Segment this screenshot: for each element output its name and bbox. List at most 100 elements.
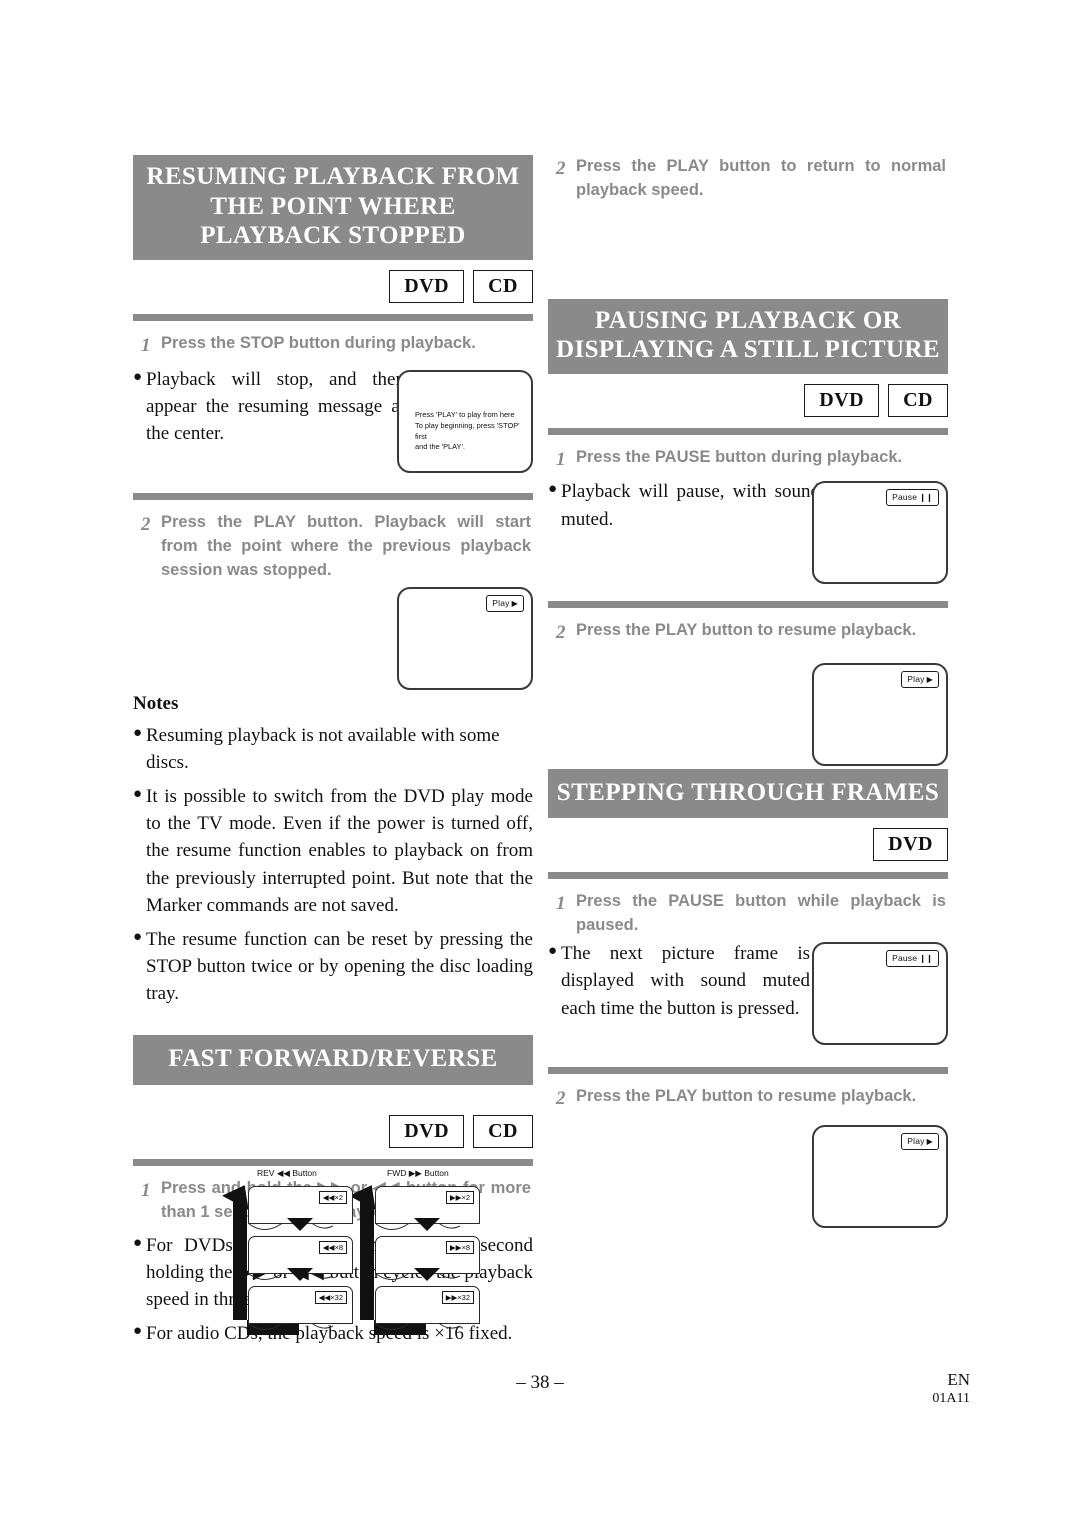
tv-badge-label: Pause [892, 492, 918, 503]
note-item: ● Resuming playback is not available wit… [133, 722, 533, 776]
tv-badge-pause: Pause ❙❙ [886, 950, 939, 968]
note-text: Resuming playback is not available with … [146, 724, 500, 773]
note-text: It is possible to switch from the DVD pl… [146, 786, 533, 916]
badge-dvd: DVD [389, 269, 465, 303]
rev-label-prefix: REV [257, 1168, 275, 1178]
tv-badge-label: Play [907, 673, 925, 684]
tv-badge-play: Play ▶ [901, 670, 939, 688]
down-arrow-icon [414, 1268, 440, 1281]
fwd-label-suffix: Button [424, 1168, 449, 1178]
step-number: 1 [556, 448, 566, 470]
resuming-step1-body: ● Playback will stop, and then appear th… [133, 366, 533, 482]
step-number: 1 [141, 334, 151, 356]
tv-screen-pause: Pause ❙❙ [812, 481, 948, 585]
divider [548, 1067, 948, 1075]
rev-speed-badge-x32: ◀◀×32 [314, 1291, 347, 1304]
tv-screen-pause: Pause ❙❙ [812, 942, 948, 1046]
step-stepping-1: 1 Press the PAUSE button while playback … [548, 890, 948, 938]
rev-label-suffix: Button [292, 1168, 317, 1178]
stepping-step2-body: Play ▶ [548, 1113, 948, 1233]
bullet-dot: ● [133, 1234, 143, 1251]
section-title-pausing-playback: PAUSING PLAYBACK OR DISPLAYING A STILL P… [548, 298, 948, 374]
rev-speed-badge-x2: ◀◀×2 [318, 1191, 347, 1204]
bullet-dot: ● [548, 481, 558, 498]
badge-cd: CD [473, 1114, 533, 1148]
step-text: Press the PAUSE button during playback. [576, 447, 903, 466]
down-arrow-icon [287, 1268, 313, 1281]
section-title-line-2: THE POINT WHERE [210, 192, 456, 220]
footer-meta: EN 01A11 [932, 1370, 970, 1407]
fwd-speed-badge-x8: ▶▶×8 [445, 1241, 474, 1254]
tv-badge-play: Play ▶ [486, 594, 524, 612]
section-title-stepping-through-frames: STEPPING THROUGH FRAMES [548, 768, 948, 819]
section-title-line-1: STEPPING THROUGH FRAMES [556, 778, 940, 806]
fwd-speed-badge-x2: ▶▶×2 [445, 1191, 474, 1204]
step-text: Press the STOP button during playback. [161, 333, 476, 352]
step-number: 2 [556, 158, 566, 179]
divider [133, 493, 533, 501]
section-title-line-1: RESUMING PLAYBACK FROM [146, 163, 520, 190]
notes-heading: Notes [133, 692, 179, 714]
divider [548, 427, 948, 435]
disc-badges-resuming: DVD CD [133, 269, 533, 303]
bullet-text: Playback will pause, with sound muted. [561, 481, 820, 530]
tv-badge-label: Pause [892, 953, 918, 964]
pausing-step2-body: Play ▶ [548, 647, 948, 769]
section-title-line-1: PAUSING PLAYBACK OR [594, 306, 902, 334]
tv-badge-label: Play [907, 1135, 925, 1146]
step-text: Press the PAUSE button while playback is… [576, 892, 946, 935]
speed-cycle-diagram: REV ◀◀ Button FWD ▶▶ Button ◀◀×2 ◀◀×8 ◀◀… [207, 1168, 497, 1353]
step-number: 2 [141, 514, 151, 536]
section-title-fast-forward-reverse: FAST FORWARD/REVERSE [133, 1035, 533, 1085]
pause-icon: ❙❙ [919, 493, 933, 503]
down-arrow-icon [414, 1218, 440, 1231]
divider [548, 872, 948, 880]
step-pausing-2: 2 Press the PLAY button to resume playba… [548, 619, 948, 647]
fwd-label-prefix: FWD [387, 1168, 407, 1178]
tv-screen-play: Play ▶ [812, 662, 948, 766]
bullet-resuming-1: ● Playback will stop, and then appear th… [133, 366, 405, 447]
bullet-dot: ● [548, 943, 558, 960]
tv-message-line-2: To play beginning, press 'STOP' first [415, 420, 520, 441]
note-item: ● The resume function can be reset by pr… [133, 926, 533, 1007]
note-item: ● It is possible to switch from the DVD … [133, 783, 533, 919]
fwd-speed-badge-x32: ▶▶×32 [441, 1291, 474, 1304]
bullet-dot: ● [133, 786, 143, 803]
tv-badge-play: Play ▶ [901, 1132, 939, 1150]
page-number: – 38 – [516, 1372, 564, 1393]
rev-speed-badge-x8: ◀◀×8 [318, 1241, 347, 1254]
fwd-frame-x32: ▶▶×32 [375, 1286, 480, 1324]
step-number: 2 [556, 622, 566, 644]
badge-dvd: DVD [804, 383, 880, 417]
rev-button-label: REV ◀◀ Button [257, 1168, 317, 1179]
tv-screen-play: Play ▶ [397, 586, 533, 690]
badge-dvd: DVD [873, 828, 948, 862]
section-title-line-3: PLAYBACK STOPPED [200, 222, 466, 249]
badge-cd: CD [888, 383, 948, 417]
resuming-step2-body: Play ▶ [133, 583, 533, 691]
bullet-dot: ● [133, 724, 143, 741]
play-icon: ▶ [511, 598, 518, 608]
stepping-step1-body: ● The next picture frame is displayed wi… [548, 940, 948, 1056]
step-fast-forward-2: 2 Press the PLAY button to return to nor… [548, 155, 948, 203]
tv-screen-play: Play ▶ [812, 1124, 948, 1228]
bullet-stepping-1: ● The next picture frame is displayed wi… [548, 940, 810, 1021]
tv-message-line-3: and the 'PLAY'. [415, 442, 465, 452]
bullet-dot: ● [133, 1323, 143, 1340]
divider [133, 1158, 533, 1166]
rev-frame-x32: ◀◀×32 [248, 1286, 353, 1324]
step-pausing-1: 1 Press the PAUSE button during playback… [548, 446, 948, 474]
tv-badge-pause: Pause ❙❙ [886, 489, 939, 507]
footer-doc-code: 01A11 [932, 1391, 970, 1406]
disc-badges-pausing: DVD CD [548, 383, 948, 417]
tv-resume-message: Press 'PLAY' to play from here To play b… [415, 410, 521, 453]
step-text: Press the PLAY button. Playback will sta… [161, 513, 531, 579]
step-text: Press the PLAY button to resume playback… [576, 621, 917, 640]
fast-forward-icon: ▶▶ [408, 1168, 422, 1178]
footer-language: EN [947, 1370, 970, 1389]
pause-icon: ❙❙ [919, 954, 933, 964]
divider [548, 601, 948, 609]
tv-badge-label: Play [492, 597, 510, 608]
section-pausing-playback: PAUSING PLAYBACK OR DISPLAYING A STILL P… [548, 298, 948, 769]
bullet-dot: ● [133, 928, 143, 945]
